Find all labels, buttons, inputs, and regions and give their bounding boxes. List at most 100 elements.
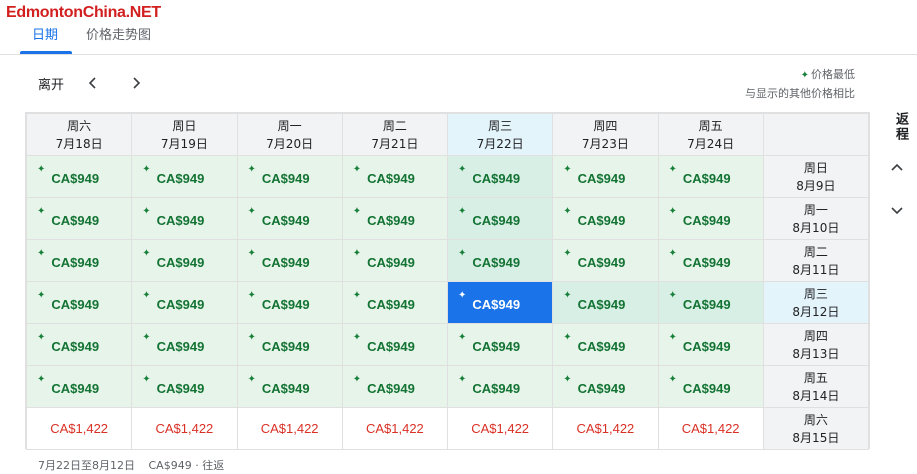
price-amount: CA$949	[472, 381, 521, 396]
price-cell[interactable]: ✦ CA$949	[25, 155, 133, 198]
price-cell[interactable]: ✦ CA$949	[131, 281, 238, 324]
price-cell-content: ✦ CA$949	[353, 375, 415, 397]
row-weekday: 周六	[803, 412, 828, 427]
price-cell[interactable]: ✦ CA$949	[446, 155, 554, 198]
price-cell[interactable]: ✦ CA$949	[341, 365, 449, 408]
column-header: 周一 7月20日	[236, 113, 343, 156]
price-cell[interactable]: ✦ CA$949	[657, 239, 764, 282]
price-cell-content: ✦ CA$949	[248, 333, 310, 355]
grid-row: ✦ CA$949 ✦ CA$949 ✦ CA$949 ✦ CA$949 ✦ CA$949 ✦ CA$9…	[25, 155, 870, 198]
price-cell[interactable]: ✦ CA$949	[236, 239, 343, 282]
grid-row: ✦ CA$949 ✦ CA$949 ✦ CA$949 ✦ CA$949 ✦ CA$949 ✦ CA$9…	[25, 239, 870, 282]
chevron-right-icon[interactable]	[123, 70, 149, 96]
price-cell[interactable]: ✦ CA$949	[236, 365, 343, 408]
price-cell[interactable]: CA$1,422	[25, 407, 133, 450]
price-cell[interactable]: ✦ CA$949	[552, 281, 659, 324]
column-header: 周五 7月24日	[657, 113, 764, 156]
price-amount: CA$949	[51, 381, 100, 396]
price-cell-content: CA$1,422	[27, 421, 131, 436]
price-cell[interactable]: ✦ CA$949	[657, 281, 764, 324]
price-cell[interactable]: CA$1,422	[131, 407, 238, 450]
price-cell-content: CA$1,422	[659, 421, 763, 436]
price-cell-content: ✦ CA$949	[37, 291, 99, 313]
price-cell[interactable]: ✦ CA$949	[657, 365, 764, 408]
price-amount: CA$949	[682, 339, 731, 354]
price-cell[interactable]: ✦ CA$949	[25, 281, 133, 324]
price-cell-content: ✦ CA$949	[37, 249, 100, 271]
price-cell-content: ✦ CA$949	[458, 206, 521, 229]
price-cell[interactable]: ✦ CA$949	[131, 239, 238, 282]
price-cell[interactable]: ✦ CA$949	[25, 365, 133, 408]
row-weekday: 周四	[803, 328, 828, 343]
price-cell[interactable]: ✦ CA$949	[236, 281, 343, 324]
chevron-down-icon[interactable]	[884, 197, 910, 223]
price-cell[interactable]: ✦ CA$949	[341, 239, 449, 282]
price-cell[interactable]: ✦ CA$949	[341, 281, 449, 324]
price-cell[interactable]: ✦ CA$949	[552, 155, 659, 198]
sparkle-icon: ✦	[458, 164, 467, 175]
sparkle-icon: ✦	[668, 290, 677, 301]
selection-summary: 7月22日至8月12日 CA$949 · 往返	[38, 457, 234, 473]
price-amount: CA$949	[472, 255, 521, 270]
price-cell-content: ✦ CA$949	[37, 375, 100, 397]
price-cell[interactable]: ✦ CA$949	[341, 323, 449, 366]
price-cell[interactable]: ✦ CA$949	[341, 197, 449, 240]
price-cell[interactable]: ✦ CA$949	[236, 197, 343, 240]
price-cell[interactable]: ✦ CA$949	[657, 155, 764, 198]
price-cell[interactable]: ✦ CA$949	[552, 239, 659, 282]
row-date: 8月11日	[792, 262, 840, 277]
price-cell[interactable]: ✦ CA$949	[25, 323, 133, 366]
price-amount: CA$1,422	[155, 421, 214, 436]
tab-price-graph[interactable]: 价格走势图	[86, 24, 151, 43]
price-cell[interactable]: ✦ CA$949	[131, 197, 238, 240]
price-cell-content: ✦ CA$949	[247, 248, 310, 271]
price-cell[interactable]: ✦ CA$949	[446, 239, 554, 282]
chevron-left-icon[interactable]	[80, 70, 106, 96]
sparkle-icon: ✦	[458, 206, 467, 217]
price-cell[interactable]: ✦ CA$949	[552, 323, 659, 366]
price-cell[interactable]: CA$1,422	[341, 407, 449, 450]
price-cell[interactable]: ✦ CA$949	[657, 323, 764, 366]
sparkle-icon: ✦	[247, 248, 256, 259]
chevron-up-icon[interactable]	[884, 155, 910, 181]
price-cell[interactable]: ✦ CA$949	[446, 197, 554, 240]
price-cell[interactable]: ✦ CA$949	[25, 239, 133, 282]
price-cell[interactable]: ✦ CA$949	[446, 323, 554, 366]
price-cell[interactable]: CA$1,422	[552, 407, 659, 450]
price-cell-content: ✦ CA$949	[37, 207, 99, 229]
price-cell[interactable]: CA$1,422	[446, 407, 554, 450]
price-cell[interactable]: ✦ CA$949	[131, 155, 238, 198]
column-weekday: 周四	[593, 118, 618, 133]
price-cell[interactable]: ✦ CA$949	[131, 365, 238, 408]
tab-dates[interactable]: 日期	[32, 24, 58, 43]
price-cell[interactable]: ✦ CA$949	[236, 155, 343, 198]
price-cell[interactable]: ✦ CA$949	[552, 197, 659, 240]
grid-row: ✦ CA$949 ✦ CA$949 ✦ CA$949 ✦ CA$949 ✦ CA$949 ✦ CA$9…	[25, 323, 870, 366]
sparkle-icon: ✦	[563, 332, 572, 343]
price-cell[interactable]: ✦ CA$949	[657, 197, 764, 240]
price-cell[interactable]: ✦ CA$949	[446, 281, 554, 324]
price-amount: CA$949	[261, 213, 310, 228]
price-cell[interactable]: ✦ CA$949	[446, 365, 554, 408]
price-cell-content: ✦ CA$949	[37, 332, 100, 355]
price-amount: CA$1,422	[260, 421, 319, 436]
price-cell[interactable]: ✦ CA$949	[341, 155, 449, 198]
row-header: 周日 8月9日	[762, 155, 870, 198]
price-cell[interactable]: CA$1,422	[236, 407, 343, 450]
price-cell-content: ✦ CA$949	[248, 165, 310, 187]
price-cell[interactable]: ✦ CA$949	[131, 323, 238, 366]
price-cell-content: ✦ CA$949	[669, 333, 731, 355]
price-cell[interactable]: ✦ CA$949	[236, 323, 343, 366]
price-amount: CA$949	[51, 255, 100, 270]
price-amount: CA$949	[156, 297, 205, 312]
price-amount: CA$949	[472, 213, 521, 228]
row-weekday: 周一	[803, 202, 828, 217]
date-grid-body: ✦ CA$949 ✦ CA$949 ✦ CA$949 ✦ CA$949 ✦ CA$949 ✦ CA$9…	[25, 155, 870, 450]
price-cell[interactable]: ✦ CA$949	[25, 197, 133, 240]
price-amount: CA$949	[577, 255, 626, 270]
price-cell[interactable]: CA$1,422	[657, 407, 764, 450]
price-cell[interactable]: ✦ CA$949	[552, 365, 659, 408]
sparkle-icon: ✦	[37, 332, 46, 343]
price-amount: CA$949	[51, 339, 100, 354]
price-amount: CA$949	[367, 213, 415, 228]
